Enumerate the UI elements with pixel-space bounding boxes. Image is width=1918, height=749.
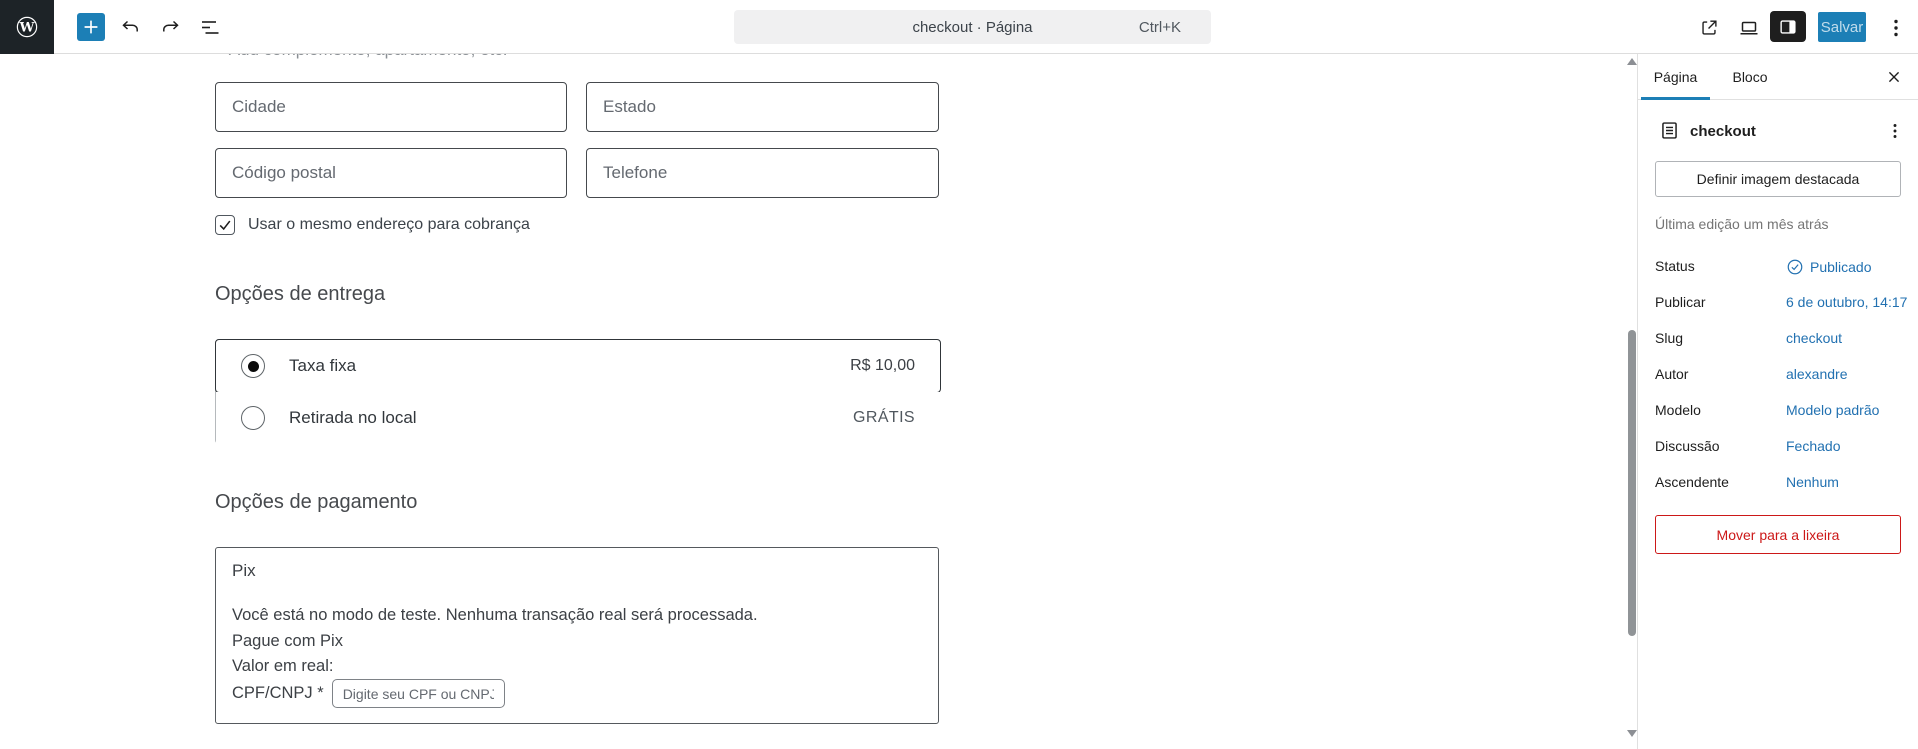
pay-with-pix-line: Pague com Pix — [232, 632, 343, 650]
author-row: Autor alexandre — [1655, 366, 1901, 386]
scroll-down-arrow[interactable] — [1627, 730, 1637, 737]
author-link[interactable]: alexandre — [1786, 366, 1848, 382]
close-icon — [1888, 71, 1900, 83]
shipping-option-local-pickup[interactable]: Retirada no local GRÁTIS — [216, 392, 940, 444]
status-row: Status Publicado — [1655, 258, 1901, 278]
tab-bloco[interactable]: Bloco — [1714, 54, 1786, 100]
shipping-option-price: R$ 10,00 — [850, 357, 915, 374]
slug-label: Slug — [1655, 330, 1684, 346]
wordpress-logo[interactable]: W — [0, 0, 54, 54]
plus-icon — [84, 20, 98, 34]
kebab-menu-icon — [1893, 124, 1897, 138]
parent-label: Ascendente — [1655, 474, 1729, 490]
kebab-menu-icon — [1894, 19, 1898, 37]
scrollbar-thumb[interactable] — [1628, 330, 1636, 636]
state-field[interactable] — [586, 82, 939, 132]
cpf-label: CPF/CNPJ * — [232, 684, 324, 702]
payment-method-panel: Pix Você está no modo de teste. Nenhuma … — [215, 547, 939, 724]
page-actions-menu[interactable] — [1881, 117, 1909, 145]
svg-text:W: W — [19, 19, 36, 35]
document-overview-icon — [202, 21, 219, 34]
radio-selected-icon — [241, 354, 265, 378]
shipping-option-flat-rate[interactable]: Taxa fixa R$ 10,00 — [215, 339, 941, 393]
view-post-button[interactable] — [1694, 14, 1724, 42]
slug-row: Slug checkout — [1655, 330, 1901, 350]
laptop-icon — [1740, 21, 1758, 35]
postal-code-field[interactable] — [215, 148, 567, 198]
publish-date-link[interactable]: 6 de outubro, 14:17 — [1786, 294, 1907, 310]
published-check-icon — [1787, 259, 1803, 275]
command-palette[interactable]: checkout · Página Ctrl+K — [734, 10, 1211, 44]
page-document-icon — [1659, 120, 1680, 146]
sidebar-tabs: Página Bloco — [1638, 54, 1918, 100]
publish-label: Publicar — [1655, 294, 1706, 310]
city-field[interactable] — [215, 82, 567, 132]
author-label: Autor — [1655, 366, 1689, 382]
scroll-up-arrow[interactable] — [1627, 58, 1637, 65]
same-address-checkbox[interactable]: Usar o mesmo endereço para cobrança — [215, 215, 530, 235]
phone-field[interactable] — [586, 148, 939, 198]
editor-canvas: + Add complemento, apartamento, etc. Usa… — [0, 0, 1627, 749]
payment-method-name: Pix — [232, 561, 256, 580]
template-label: Modelo — [1655, 402, 1701, 418]
same-address-label: Usar o mesmo endereço para cobrança — [248, 216, 530, 233]
set-featured-image-button[interactable]: Definir imagem destacada — [1655, 161, 1901, 197]
amount-line: Valor em real: — [232, 657, 334, 675]
parent-link[interactable]: Nenhum — [1786, 474, 1839, 490]
radio-unselected-icon — [241, 406, 265, 430]
sidebar-panel-icon — [1780, 19, 1796, 34]
slug-link[interactable]: checkout — [1786, 330, 1842, 346]
payment-options-heading: Opções de pagamento — [215, 491, 418, 513]
discussion-link[interactable]: Fechado — [1786, 438, 1840, 454]
move-to-trash-button[interactable]: Mover para a lixeira — [1655, 515, 1901, 554]
options-menu-button[interactable] — [1881, 14, 1911, 42]
redo-button[interactable] — [155, 14, 185, 42]
checkbox-checked-icon — [215, 215, 235, 235]
editor-top-bar: W checkout · Página Ctrl+K Salvar — [0, 0, 1918, 54]
block-inserter-button[interactable] — [77, 13, 105, 41]
test-mode-notice: Você está no modo de teste. Nenhuma tran… — [232, 606, 758, 624]
document-overview-button[interactable] — [195, 14, 225, 42]
template-link[interactable]: Modelo padrão — [1786, 402, 1879, 418]
canvas-scrollbar — [1627, 54, 1637, 749]
template-row: Modelo Modelo padrão — [1655, 402, 1901, 422]
tab-pagina[interactable]: Página — [1641, 54, 1710, 100]
settings-sidebar-toggle[interactable] — [1770, 11, 1806, 42]
command-shortcut: Ctrl+K — [1138, 18, 1181, 36]
parent-row: Ascendente Nenhum — [1655, 474, 1901, 494]
shipping-option-label: Taxa fixa — [289, 356, 357, 375]
discussion-row: Discussão Fechado — [1655, 438, 1901, 458]
publish-row: Publicar 6 de outubro, 14:17 — [1655, 294, 1907, 314]
undo-icon — [122, 20, 138, 32]
save-button[interactable]: Salvar — [1818, 12, 1866, 42]
undo-button[interactable] — [116, 14, 146, 42]
page-title: checkout — [1690, 123, 1756, 140]
status-value[interactable]: Publicado — [1786, 258, 1872, 276]
discussion-label: Discussão — [1655, 438, 1720, 454]
shipping-option-label: Retirada no local — [289, 408, 417, 427]
cpf-row: CPF/CNPJ * — [232, 679, 505, 708]
document-title: checkout · Página — [912, 18, 1033, 36]
external-link-icon — [1702, 20, 1717, 35]
status-label: Status — [1655, 258, 1695, 274]
last-edited-text: Última edição um mês atrás — [1655, 216, 1829, 232]
settings-sidebar: Página Bloco checkout Definir imagem des… — [1637, 54, 1918, 749]
shipping-option-price: GRÁTIS — [853, 409, 915, 426]
redo-icon — [163, 20, 179, 32]
preview-button[interactable] — [1734, 14, 1764, 42]
shipping-options-heading: Opções de entrega — [215, 283, 386, 305]
status-link: Publicado — [1810, 259, 1872, 275]
cpf-input[interactable] — [331, 679, 505, 708]
shipping-options-group: Taxa fixa R$ 10,00 Retirada no local GRÁ… — [215, 339, 941, 444]
close-sidebar-button[interactable] — [1879, 62, 1909, 92]
